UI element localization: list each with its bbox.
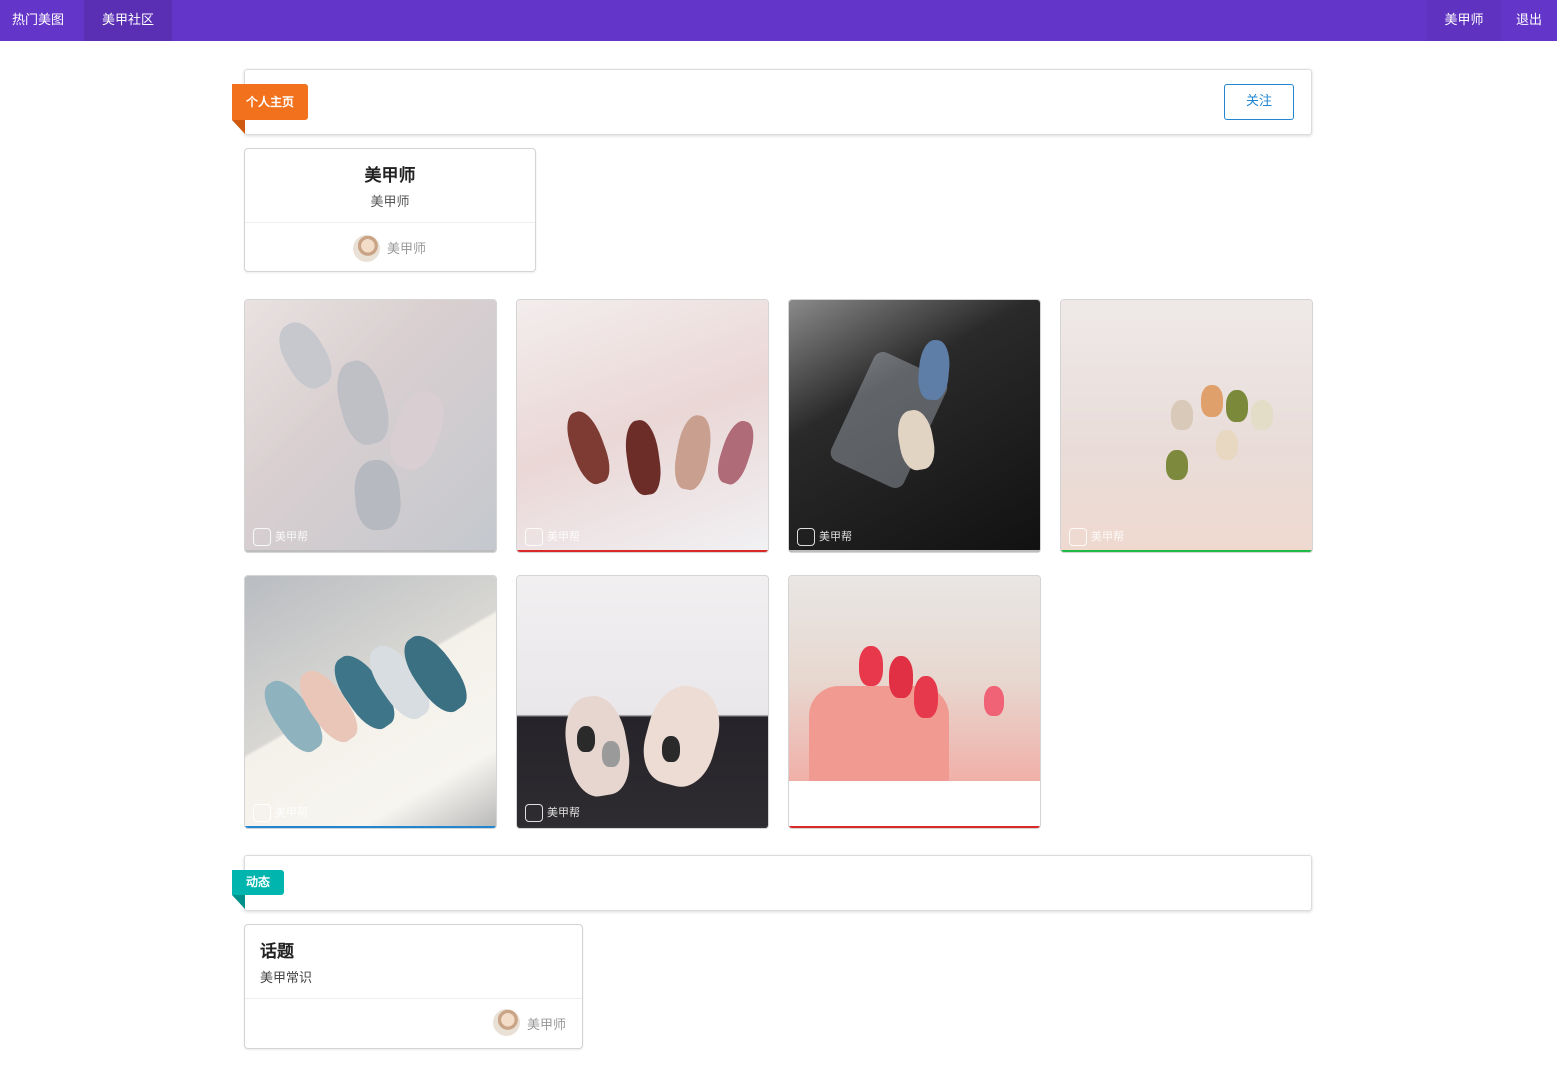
profile-name: 美甲师 xyxy=(364,166,416,186)
heart-logo-icon xyxy=(1069,528,1087,546)
nail-photo xyxy=(517,300,768,552)
nail-shape xyxy=(914,676,938,718)
watermark: 美甲帮 xyxy=(525,528,580,546)
hand-shape xyxy=(635,678,729,794)
profile-author-name[interactable]: 美甲师 xyxy=(387,238,426,257)
gallery-image-1[interactable]: 美甲帮 xyxy=(244,299,497,553)
nail-photo xyxy=(1061,300,1312,552)
nail-shape xyxy=(602,741,620,767)
watermark: 美甲帮 xyxy=(525,804,580,822)
card-accent-bar xyxy=(517,826,768,828)
profile-card[interactable]: 美甲师 美甲师 美甲师 xyxy=(244,148,536,272)
gallery-image-5[interactable]: 美甲帮 xyxy=(244,575,497,829)
topic-subtitle: 美甲常识 xyxy=(260,971,313,986)
topic-title: 话题 xyxy=(260,942,294,962)
watermark-text: 美甲帮 xyxy=(1091,530,1124,543)
nail-shape xyxy=(1166,450,1188,480)
profile-role: 美甲师 xyxy=(370,195,410,210)
nail-photo xyxy=(245,300,496,552)
top-navbar: 热门美图 美甲社区 美甲师 退出 xyxy=(0,0,1557,41)
watermark: 美甲帮 xyxy=(253,528,308,546)
profile-ribbon-label: 个人主页 xyxy=(232,84,309,134)
activity-header-segment: 动态 xyxy=(232,855,1312,911)
heart-logo-icon xyxy=(525,528,543,546)
card-divider xyxy=(245,998,582,999)
card-divider xyxy=(245,222,535,223)
avatar xyxy=(493,1009,520,1036)
heart-logo-icon xyxy=(797,528,815,546)
gallery-image-6[interactable]: 美甲帮 xyxy=(516,575,769,829)
nail-shape xyxy=(712,417,760,488)
nav-nail-community[interactable]: 美甲社区 xyxy=(84,0,172,41)
nail-shape xyxy=(670,412,716,493)
nav-hot-photos[interactable]: 热门美图 xyxy=(0,0,76,41)
follow-button[interactable]: 关注 xyxy=(1224,84,1294,120)
nail-photo xyxy=(789,300,1040,552)
gallery-image-3[interactable]: 美甲帮 xyxy=(788,299,1041,553)
nail-shape xyxy=(1226,390,1248,422)
watermark: 美甲帮 xyxy=(1069,528,1124,546)
nail-photo xyxy=(517,576,768,828)
nav-user-menu[interactable]: 美甲师 xyxy=(1427,0,1501,41)
nail-shape xyxy=(329,355,396,450)
nail-shape xyxy=(577,726,595,752)
gallery-image-4[interactable]: 美甲帮 xyxy=(1060,299,1313,553)
nail-photo xyxy=(245,576,496,828)
profile-ribbon-text: 个人主页 xyxy=(246,95,295,109)
nav-logout[interactable]: 退出 xyxy=(1501,0,1557,41)
nail-shape xyxy=(916,338,952,402)
topic-card[interactable]: 话题 美甲常识 美甲师 xyxy=(244,924,583,1049)
watermark-text: 美甲帮 xyxy=(547,530,580,543)
gallery-image-7[interactable] xyxy=(788,575,1041,829)
watermark: 美甲帮 xyxy=(797,528,852,546)
nail-shape xyxy=(352,458,403,532)
card-accent-bar xyxy=(245,826,496,828)
nail-shape xyxy=(560,406,616,489)
nail-shape xyxy=(1201,385,1223,417)
watermark-text: 美甲帮 xyxy=(275,806,308,819)
gallery-image-2[interactable]: 美甲帮 xyxy=(516,299,769,553)
nail-shape xyxy=(1251,400,1273,430)
nail-shape xyxy=(662,736,680,762)
watermark-text: 美甲帮 xyxy=(819,530,852,543)
card-accent-bar xyxy=(245,550,496,552)
card-accent-bar xyxy=(789,550,1040,552)
watermark: 美甲帮 xyxy=(253,804,308,822)
nail-shape xyxy=(889,656,913,698)
heart-logo-icon xyxy=(253,804,271,822)
nail-shape xyxy=(984,686,1004,716)
avatar xyxy=(353,235,380,262)
nail-shape xyxy=(270,314,340,396)
heart-logo-icon xyxy=(253,528,271,546)
profile-header-segment: 个人主页 关注 xyxy=(232,69,1312,135)
nail-shape xyxy=(621,418,665,497)
hand-shape xyxy=(558,691,636,801)
watermark-text: 美甲帮 xyxy=(547,806,580,819)
activity-ribbon-text: 动态 xyxy=(246,875,271,889)
watermark-text: 美甲帮 xyxy=(275,530,308,543)
nail-shape xyxy=(859,646,883,686)
card-accent-bar xyxy=(789,826,1040,828)
nail-shape xyxy=(1216,430,1238,460)
topic-author-name[interactable]: 美甲师 xyxy=(527,1014,566,1033)
nail-shape xyxy=(382,384,453,476)
card-accent-bar xyxy=(517,550,768,552)
card-accent-bar xyxy=(1061,550,1312,552)
activity-ribbon-label: 动态 xyxy=(232,870,285,909)
nail-shape xyxy=(1171,400,1193,430)
heart-logo-icon xyxy=(525,804,543,822)
nail-photo xyxy=(789,576,1040,781)
